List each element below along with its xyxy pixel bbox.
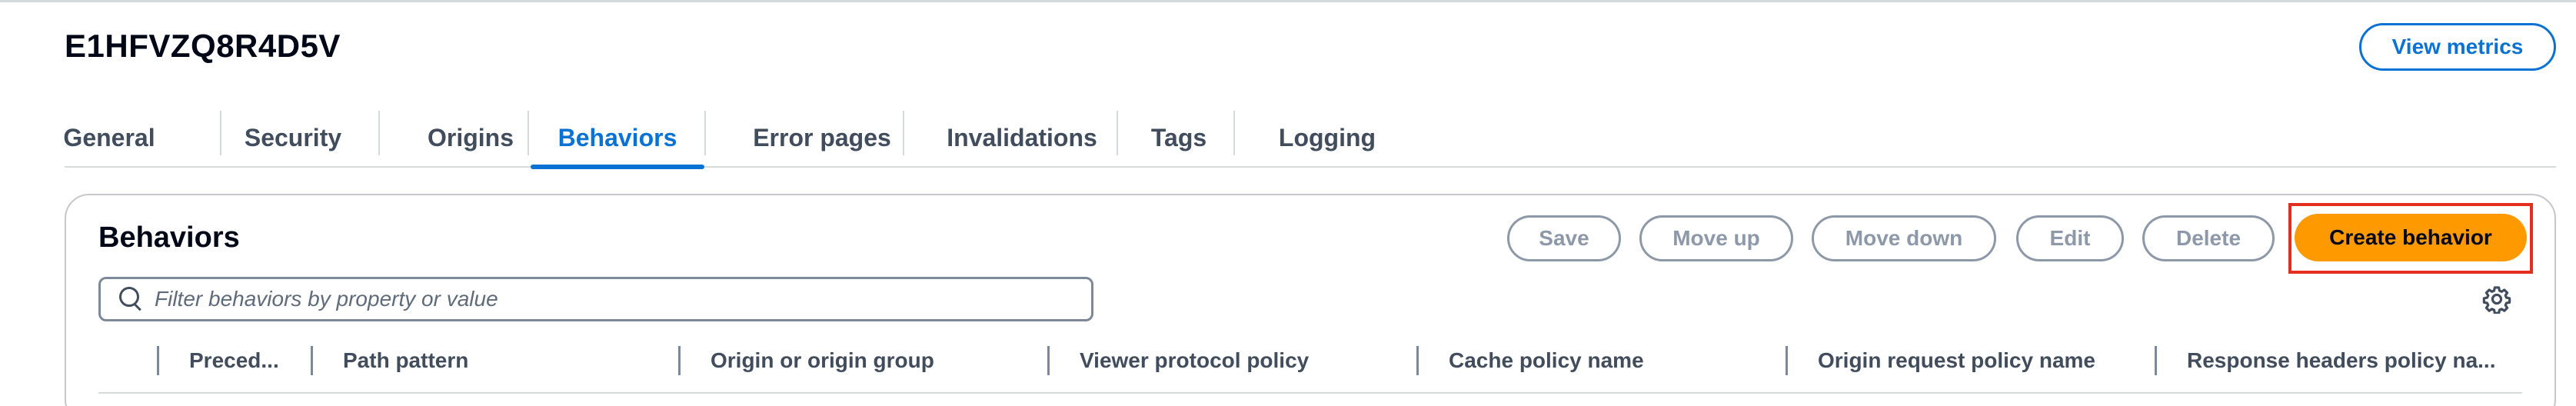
column-resizer[interactable] [1047, 346, 1050, 375]
save-button[interactable]: Save [1507, 215, 1621, 261]
tab-divider [528, 111, 529, 155]
tab-tags[interactable]: Tags [1129, 108, 1229, 168]
move-down-button[interactable]: Move down [1812, 215, 1996, 261]
tab-error-pages[interactable]: Error pages [726, 108, 918, 168]
tab-behaviors[interactable]: Behaviors [531, 108, 704, 169]
column-resizer[interactable] [1786, 346, 1788, 375]
column-header-origin-request-policy-name[interactable]: Origin request policy name [1818, 341, 2141, 380]
filter-input[interactable] [155, 287, 1077, 311]
column-header-origin[interactable]: Origin or origin group [711, 341, 1033, 380]
page-title: E1HFVZQ8R4D5V [65, 28, 341, 64]
column-resizer[interactable] [678, 346, 681, 375]
move-up-button[interactable]: Move up [1639, 215, 1793, 261]
column-header-viewer-protocol-policy[interactable]: Viewer protocol policy [1080, 341, 1403, 380]
tab-logging[interactable]: Logging [1233, 108, 1421, 168]
tab-divider [704, 111, 706, 155]
column-header-path-pattern[interactable]: Path pattern [343, 341, 666, 380]
column-resizer[interactable] [157, 346, 159, 375]
column-header-cache-policy-name[interactable]: Cache policy name [1449, 341, 1772, 380]
top-divider [0, 0, 2576, 2]
delete-button[interactable]: Delete [2142, 215, 2275, 261]
search-icon [118, 285, 145, 313]
edit-button[interactable]: Edit [2016, 215, 2124, 261]
tab-general[interactable]: General [63, 108, 155, 168]
tab-divider [378, 111, 380, 155]
behaviors-panel: Behaviors Save Move up Move down Edit De… [65, 194, 2556, 406]
column-resizer[interactable] [1416, 346, 1419, 375]
tab-divider [220, 111, 221, 155]
tab-security[interactable]: Security [235, 108, 351, 168]
panel-title: Behaviors [98, 221, 240, 254]
column-header-precedence[interactable]: Preced... [189, 341, 298, 380]
column-resizer[interactable] [2155, 346, 2157, 375]
create-behavior-button[interactable]: Create behavior [2295, 214, 2527, 261]
column-header-response-headers-policy-name[interactable]: Response headers policy na... [2187, 341, 2518, 380]
tab-divider [903, 111, 904, 155]
view-metrics-button[interactable]: View metrics [2359, 23, 2556, 71]
tab-bar: General Security Origins Behaviors Error… [63, 108, 2556, 169]
tab-divider [1117, 111, 1118, 155]
tab-invalidations[interactable]: Invalidations [926, 108, 1118, 168]
table-header-divider [98, 392, 2522, 394]
gear-icon[interactable] [2482, 285, 2511, 314]
filter-field[interactable] [98, 277, 1093, 321]
column-resizer[interactable] [311, 346, 313, 375]
